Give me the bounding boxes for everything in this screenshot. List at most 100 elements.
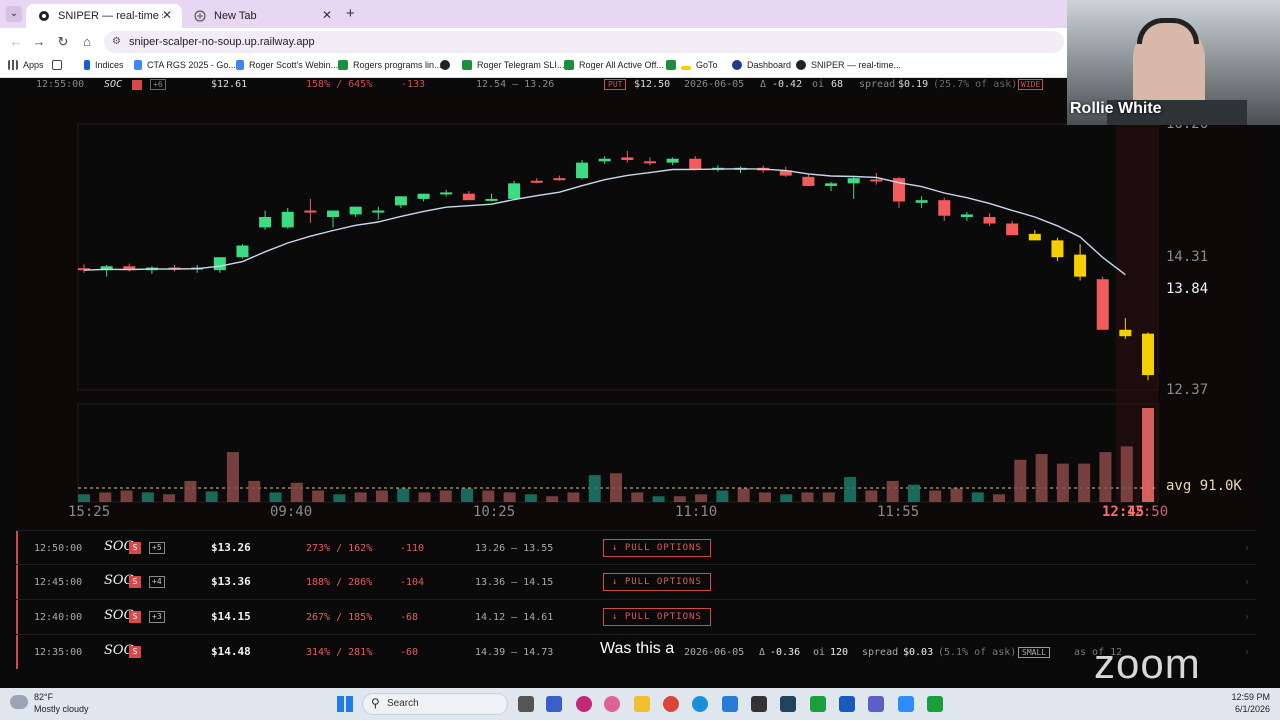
candle-body[interactable] [417, 193, 430, 199]
teams-icon[interactable] [868, 696, 884, 712]
bookmark-indices[interactable]: Indices [84, 60, 124, 70]
candle-body[interactable] [802, 176, 815, 186]
candle-body[interactable] [938, 200, 951, 216]
chrome-icon[interactable] [663, 696, 679, 712]
signal-row[interactable]: 12:50:00 SOC S +5 $13.26 273% / 162% -110 13.26… [16, 530, 1256, 565]
candle-body[interactable] [847, 178, 860, 184]
pull-options-button[interactable]: ↓ PULL OPTIONS [603, 608, 711, 626]
candle-body[interactable] [1051, 240, 1064, 258]
back-icon[interactable]: ← [8, 34, 24, 49]
candle-body[interactable] [870, 179, 883, 182]
delta: -0.42 [772, 79, 803, 90]
bookmark-roger-telegram[interactable]: Roger Telegram SLI... [462, 60, 564, 70]
candle-body[interactable] [1142, 333, 1154, 376]
row-chevron-icon[interactable]: › [1244, 647, 1250, 658]
candle-body[interactable] [530, 180, 543, 183]
row-chevron-icon[interactable]: › [1244, 577, 1250, 588]
bookmark-roger-all-active[interactable]: Roger All Active Off... [564, 60, 664, 70]
candle-body[interactable] [259, 217, 272, 228]
volume-bar [907, 484, 920, 502]
candle-body[interactable] [1028, 233, 1041, 241]
row-chevron-icon[interactable]: › [1244, 543, 1250, 554]
edge-icon[interactable] [692, 696, 708, 712]
candle-body[interactable] [1096, 279, 1109, 330]
forward-icon[interactable]: → [31, 34, 47, 49]
signal-row[interactable]: 12:40:00 SOC S +3 $14.15 267% / 185% -68 14.12 … [16, 599, 1256, 634]
price-chart-panel[interactable]: 16.26 14.31 13.84 12.37 avg 91.0K 15:25 … [16, 92, 1256, 532]
home-icon[interactable]: ⌂ [79, 34, 95, 49]
word-icon[interactable] [839, 696, 855, 712]
url-field[interactable]: ⚙ sniper-scalper-no-soup.up.railway.app [104, 31, 1064, 53]
bookmark-roger-webinar[interactable]: Roger Scott's Webin... [236, 60, 338, 70]
candle-body[interactable] [213, 257, 226, 271]
candle-body[interactable] [304, 210, 317, 213]
bookmark-rogers-programs[interactable]: Rogers programs lin... [338, 60, 442, 70]
close-tab-icon[interactable]: ✕ [162, 8, 172, 22]
close-tab-icon[interactable]: ✕ [322, 8, 332, 22]
symbol-badge: S [129, 611, 141, 623]
taskbar-clock[interactable]: 12:59 PM 6/1/2026 [1218, 692, 1270, 714]
bookmark-sniper[interactable]: SNIPER — real-time... [796, 60, 901, 70]
tool-icon[interactable] [780, 696, 796, 712]
volume-bar [269, 492, 282, 502]
candle-body[interactable] [462, 193, 475, 201]
chart-app-icon-2[interactable] [927, 696, 943, 712]
mail-icon[interactable] [722, 696, 738, 712]
candle-body[interactable] [666, 158, 679, 163]
candle-body[interactable] [643, 161, 656, 164]
store-icon[interactable] [751, 696, 767, 712]
pull-options-button[interactable]: ↓ PULL OPTIONS [603, 539, 711, 557]
bookmark-apps[interactable]: Apps [8, 60, 44, 70]
candle-body[interactable] [621, 157, 634, 161]
candle-body[interactable] [327, 210, 340, 218]
zoom-app-icon[interactable] [898, 696, 914, 712]
bookmark-globe[interactable] [440, 60, 455, 70]
candle-body[interactable] [598, 158, 611, 162]
file-explorer-icon[interactable] [634, 696, 650, 712]
taskbar-search[interactable]: ⚲ Search [362, 693, 508, 715]
candle-body[interactable] [689, 158, 702, 170]
bookmark-cta[interactable]: CTA RGS 2025 - Go... [134, 60, 236, 70]
candle-body[interactable] [372, 210, 385, 213]
bookmark-grid[interactable] [52, 60, 67, 70]
site-info-icon[interactable]: ⚙ [112, 31, 121, 53]
tab-new-tab[interactable]: New Tab ✕ [182, 4, 342, 28]
pull-options-button[interactable]: ↓ PULL OPTIONS [603, 573, 711, 591]
snipping-icon[interactable] [546, 696, 562, 712]
candle-body[interactable] [825, 183, 838, 186]
candle-body[interactable] [1119, 329, 1132, 337]
candle-body[interactable] [508, 183, 521, 199]
signal-row[interactable]: 12:45:00 SOC S +4 $13.36 188% / 286% -104 13.36… [16, 564, 1256, 599]
bookmark-dashboard[interactable]: Dashboard [732, 60, 791, 70]
candle-body[interactable] [983, 217, 996, 224]
start-button-icon[interactable] [337, 696, 353, 712]
candle-body[interactable] [485, 198, 498, 201]
spread: $0.03 [903, 647, 934, 658]
candle-body[interactable] [349, 206, 362, 215]
copilot-icon[interactable] [604, 696, 620, 712]
candle-body[interactable] [576, 162, 589, 179]
row-chevron-icon[interactable]: › [1244, 612, 1250, 623]
candle-body[interactable] [236, 245, 249, 258]
tab-search-button[interactable]: ⌄ [6, 6, 22, 22]
candle-body[interactable] [440, 192, 453, 195]
new-tab-button[interactable]: + [346, 5, 355, 22]
candle-body[interactable] [1006, 223, 1019, 236]
candle-body[interactable] [553, 178, 566, 181]
candle-body[interactable] [960, 214, 973, 218]
apps-grid-icon [8, 60, 18, 70]
candle-body[interactable] [915, 200, 928, 203]
candle-body[interactable] [281, 211, 294, 228]
task-view-icon[interactable] [518, 696, 534, 712]
candle-body[interactable] [394, 196, 407, 206]
chart-app-icon[interactable] [810, 696, 826, 712]
tab-sniper[interactable]: SNIPER — real-time scalping sc ✕ [26, 4, 182, 28]
row-price: $14.48 [211, 645, 251, 658]
candle-body[interactable] [1074, 254, 1087, 277]
candlestick-chart[interactable] [16, 92, 1256, 532]
row-change: -133 [401, 79, 426, 90]
app-icon[interactable] [576, 696, 592, 712]
bookmark-goto[interactable]: GoTo [666, 60, 718, 70]
reload-icon[interactable]: ↻ [55, 34, 71, 50]
spread-label: spread [862, 647, 899, 658]
